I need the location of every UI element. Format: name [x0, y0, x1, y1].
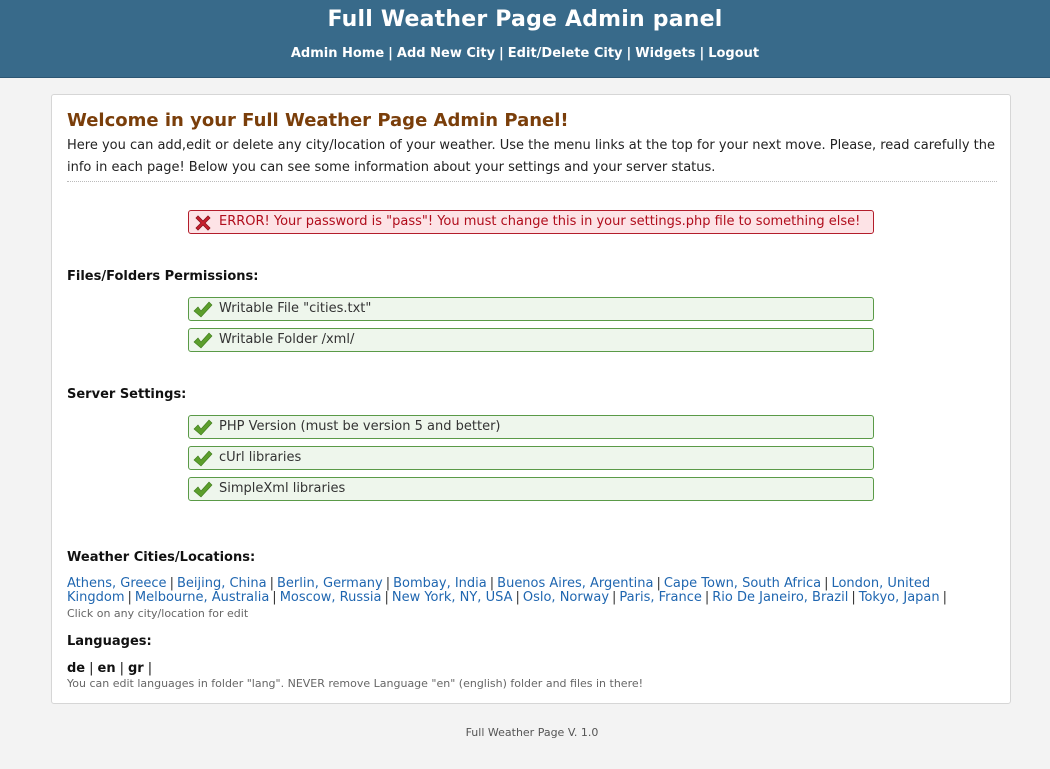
- language-link-de[interactable]: de: [67, 661, 85, 676]
- red-x-icon: [195, 215, 211, 231]
- status-row-curl: cUrl libraries: [188, 446, 874, 470]
- main-panel: Welcome in your Full Weather Page Admin …: [51, 94, 1011, 704]
- language-link-en[interactable]: en: [98, 661, 116, 676]
- green-check-icon: [193, 332, 213, 349]
- status-text: SimpleXml libraries: [219, 481, 346, 496]
- nav-add-new-city[interactable]: Add New City: [397, 46, 495, 61]
- nav-widgets[interactable]: Widgets: [635, 46, 695, 61]
- language-link-gr[interactable]: gr: [128, 661, 144, 676]
- intro-text: Here you can add,edit or delete any city…: [67, 135, 997, 182]
- nav-admin-home[interactable]: Admin Home: [291, 46, 384, 61]
- status-text: Writable File "cities.txt": [219, 301, 372, 316]
- city-link[interactable]: Melbourne, Australia: [135, 590, 269, 605]
- status-row-cities-txt: Writable File "cities.txt": [188, 297, 874, 321]
- city-list: Athens, Greece | Beijing, China | Berlin, Ge…: [67, 576, 948, 605]
- languages-hint: You can edit languages in folder "lang".…: [67, 677, 644, 690]
- green-check-icon: [193, 450, 213, 467]
- city-link[interactable]: Buenos Aires, Argentina: [497, 576, 653, 591]
- error-text: ERROR! Your password is "pass"! You must…: [219, 214, 861, 229]
- nav-edit-delete-city[interactable]: Edit/Delete City: [508, 46, 623, 61]
- top-nav: Admin Home | Add New City | Edit/Delete City…: [290, 46, 760, 61]
- cities-hint: Click on any city/location for edit: [67, 607, 249, 620]
- city-link[interactable]: Oslo, Norway: [523, 590, 609, 605]
- page-title: Full Weather Page Admin panel: [327, 7, 723, 32]
- permissions-heading: Files/Folders Permissions:: [67, 269, 259, 284]
- status-text: PHP Version (must be version 5 and bette…: [219, 419, 501, 434]
- city-link[interactable]: Paris, France: [619, 590, 701, 605]
- city-link[interactable]: Berlin, Germany: [277, 576, 383, 591]
- city-link[interactable]: Tokyo, Japan: [859, 590, 940, 605]
- city-link[interactable]: New York, NY, USA: [392, 590, 513, 605]
- city-link[interactable]: Rio De Janeiro, Brazil: [712, 590, 848, 605]
- city-link[interactable]: Bombay, India: [393, 576, 487, 591]
- cities-heading: Weather Cities/Locations:: [67, 550, 256, 565]
- nav-logout[interactable]: Logout: [708, 46, 759, 61]
- languages-heading: Languages:: [67, 634, 152, 649]
- footer-version: Full Weather Page V. 1.0: [465, 726, 599, 739]
- city-link[interactable]: Athens, Greece: [67, 576, 167, 591]
- header-bar: Full Weather Page Admin panel Admin Home…: [0, 0, 1050, 78]
- welcome-title: Welcome in your Full Weather Page Admin …: [67, 110, 569, 131]
- language-list: de | en | gr |: [67, 661, 153, 676]
- city-link[interactable]: Beijing, China: [177, 576, 267, 591]
- password-error-message: ERROR! Your password is "pass"! You must…: [188, 210, 874, 234]
- status-row-xml-folder: Writable Folder /xml/: [188, 328, 874, 352]
- green-check-icon: [193, 301, 213, 318]
- status-row-php-version: PHP Version (must be version 5 and bette…: [188, 415, 874, 439]
- status-row-simplexml: SimpleXml libraries: [188, 477, 874, 501]
- city-link[interactable]: Cape Town, South Africa: [664, 576, 821, 591]
- status-text: cUrl libraries: [219, 450, 302, 465]
- green-check-icon: [193, 419, 213, 436]
- server-settings-heading: Server Settings:: [67, 387, 187, 402]
- green-check-icon: [193, 481, 213, 498]
- status-text: Writable Folder /xml/: [219, 332, 355, 347]
- city-link[interactable]: Moscow, Russia: [280, 590, 382, 605]
